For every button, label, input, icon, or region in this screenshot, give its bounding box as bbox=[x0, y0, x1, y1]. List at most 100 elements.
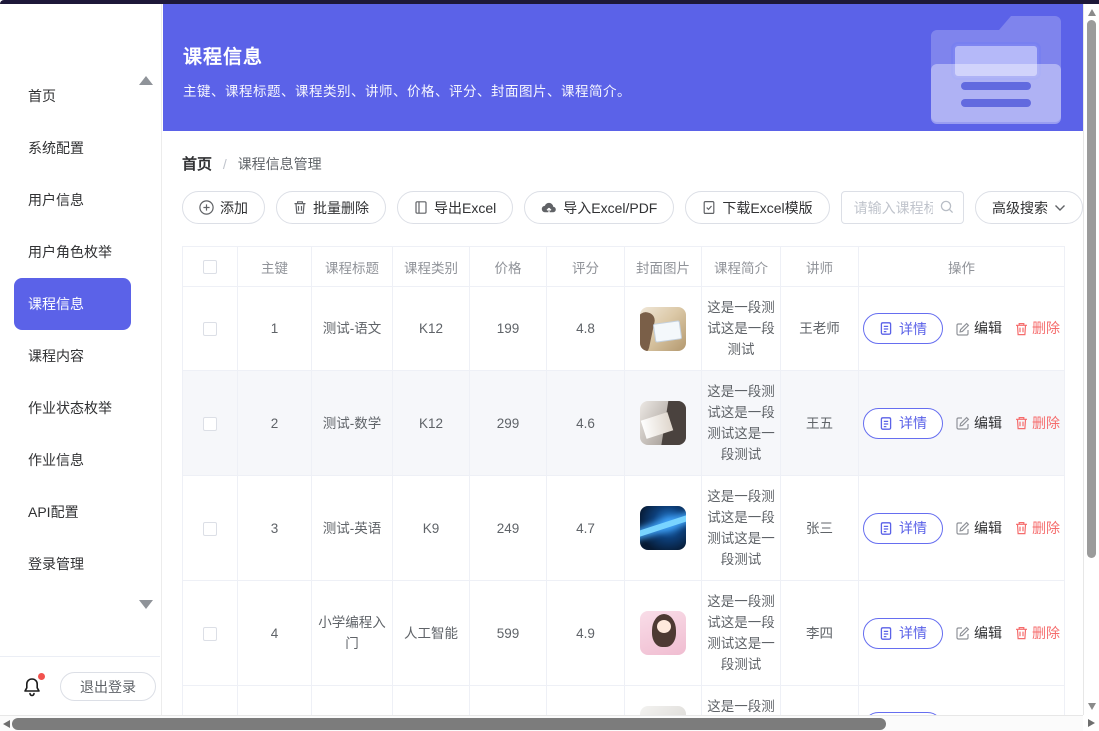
cell-title: 小学编程入门 bbox=[312, 581, 393, 686]
delete-trash-icon bbox=[1015, 416, 1028, 430]
batch-delete-button[interactable]: 批量删除 bbox=[276, 191, 386, 224]
edit-button[interactable]: 编辑 bbox=[956, 518, 1002, 539]
cover-image[interactable] bbox=[640, 307, 686, 351]
vertical-scrollbar-thumb[interactable] bbox=[1087, 20, 1096, 558]
edit-label: 编辑 bbox=[974, 623, 1002, 644]
cell-title: 测试-英语 bbox=[312, 476, 393, 581]
edit-button[interactable]: 编辑 bbox=[956, 318, 1002, 339]
export-excel-button[interactable]: 导出Excel bbox=[397, 191, 513, 224]
delete-trash-icon bbox=[1015, 322, 1028, 336]
sidebar-item-login-management[interactable]: 登录管理 bbox=[0, 538, 161, 590]
download-template-button[interactable]: 下载Excel模版 bbox=[685, 191, 829, 224]
select-all-checkbox[interactable] bbox=[203, 260, 217, 274]
scroll-up-arrow-icon[interactable] bbox=[1088, 9, 1096, 16]
cell-intro: 这是一段测试这是一段测试这是一段测试 bbox=[702, 476, 781, 581]
delete-trash-icon bbox=[1015, 626, 1028, 640]
scroll-right-arrow-icon[interactable] bbox=[1088, 719, 1095, 727]
document-check-icon bbox=[702, 200, 716, 215]
sidebar-scroll-down-icon[interactable] bbox=[139, 600, 153, 609]
cell-category: K12 bbox=[393, 371, 470, 476]
detail-label: 详情 bbox=[899, 319, 927, 339]
cell-cover bbox=[625, 287, 702, 371]
delete-button[interactable]: 删除 bbox=[1015, 413, 1060, 434]
horizontal-scrollbar-thumb[interactable] bbox=[12, 718, 886, 730]
search-icon[interactable] bbox=[939, 199, 955, 220]
notification-bell-icon[interactable] bbox=[20, 675, 44, 699]
sidebar-item-home[interactable]: 首页 bbox=[0, 70, 161, 122]
cell-cover bbox=[625, 371, 702, 476]
import-excel-label: 导入Excel/PDF bbox=[563, 198, 657, 218]
notification-badge bbox=[38, 673, 45, 680]
plus-circle-icon bbox=[199, 200, 214, 215]
detail-button[interactable]: 详情 bbox=[863, 313, 943, 344]
sidebar-item-homework-status-enum[interactable]: 作业状态枚举 bbox=[0, 382, 161, 434]
column-header: 评分 bbox=[547, 247, 625, 287]
delete-button[interactable]: 删除 bbox=[1015, 518, 1060, 539]
logout-button[interactable]: 退出登录 bbox=[60, 672, 156, 701]
sidebar-item-user-role-enum[interactable]: 用户角色枚举 bbox=[0, 226, 161, 278]
detail-label: 详情 bbox=[899, 413, 927, 433]
cell-title: 测试-数学 bbox=[312, 371, 393, 476]
edit-icon bbox=[956, 626, 970, 640]
cell-rating: 4.6 bbox=[547, 371, 625, 476]
row-checkbox[interactable] bbox=[203, 417, 217, 431]
sidebar-item-api-config[interactable]: API配置 bbox=[0, 486, 161, 538]
delete-button[interactable]: 删除 bbox=[1015, 623, 1060, 644]
add-button[interactable]: 添加 bbox=[182, 191, 265, 224]
horizontal-scrollbar[interactable] bbox=[0, 715, 1083, 731]
cell-actions: 详情 编辑删除 bbox=[859, 581, 1065, 686]
detail-button[interactable]: 详情 bbox=[863, 513, 943, 544]
cell-price: 249 bbox=[470, 476, 547, 581]
cell-id: 4 bbox=[238, 581, 312, 686]
row-checkbox[interactable] bbox=[203, 522, 217, 536]
folder-icon bbox=[923, 6, 1071, 131]
edit-button[interactable]: 编辑 bbox=[956, 413, 1002, 434]
cell-price: 599 bbox=[470, 581, 547, 686]
sidebar-item-system-config[interactable]: 系统配置 bbox=[0, 122, 161, 174]
row-checkbox[interactable] bbox=[203, 322, 217, 336]
detail-label: 详情 bbox=[899, 518, 927, 538]
cell-category: K12 bbox=[393, 287, 470, 371]
advanced-search-button[interactable]: 高级搜索 bbox=[975, 191, 1083, 224]
cell-intro: 这是一段测试这是一段测试 bbox=[702, 287, 781, 371]
cell-title: 测试-语文 bbox=[312, 287, 393, 371]
scroll-left-arrow-icon[interactable] bbox=[3, 720, 10, 728]
cell-price: 299 bbox=[470, 371, 547, 476]
cell-teacher: 张三 bbox=[781, 476, 859, 581]
delete-button[interactable]: 删除 bbox=[1015, 318, 1060, 339]
export-icon bbox=[414, 200, 428, 215]
cell-actions: 详情 编辑删除 bbox=[859, 287, 1065, 371]
sidebar-item-homework-info[interactable]: 作业信息 bbox=[0, 434, 161, 486]
detail-button[interactable]: 详情 bbox=[863, 618, 943, 649]
breadcrumb-home-link[interactable]: 首页 bbox=[182, 156, 212, 173]
import-excel-button[interactable]: 导入Excel/PDF bbox=[524, 191, 674, 224]
row-checkbox[interactable] bbox=[203, 627, 217, 641]
edit-button[interactable]: 编辑 bbox=[956, 623, 1002, 644]
breadcrumb: 首页 / 课程信息管理 bbox=[182, 153, 1083, 174]
column-header: 课程类别 bbox=[393, 247, 470, 287]
chevron-down-icon bbox=[1054, 204, 1066, 212]
detail-button[interactable]: 详情 bbox=[863, 408, 943, 439]
table-row: 2测试-数学K122994.6这是一段测试这是一段测试这是一段测试王五详情编辑删… bbox=[183, 371, 1065, 476]
app-window: 首页系统配置用户信息用户角色枚举课程信息课程内容作业状态枚举作业信息API配置登… bbox=[0, 0, 1099, 731]
table-row: 1测试-语文K121994.8这是一段测试这是一段测试王老师详情编辑删除 bbox=[183, 287, 1065, 371]
detail-doc-icon bbox=[879, 416, 893, 431]
detail-doc-icon bbox=[879, 521, 893, 536]
detail-doc-icon bbox=[879, 321, 893, 336]
edit-icon bbox=[956, 322, 970, 336]
cover-image[interactable] bbox=[640, 506, 686, 550]
edit-label: 编辑 bbox=[974, 318, 1002, 339]
cover-image[interactable] bbox=[640, 611, 686, 655]
scroll-down-arrow-icon[interactable] bbox=[1088, 703, 1096, 710]
sidebar-item-course-info[interactable]: 课程信息 bbox=[14, 278, 131, 330]
main-content: 课程信息 主键、课程标题、课程类别、讲师、价格、评分、封面图片、课程简介。 首页… bbox=[163, 4, 1083, 731]
cell-rating: 4.7 bbox=[547, 476, 625, 581]
detail-label: 详情 bbox=[899, 623, 927, 643]
cover-image[interactable] bbox=[640, 401, 686, 445]
sidebar-item-course-content[interactable]: 课程内容 bbox=[0, 330, 161, 382]
sidebar-item-user-info[interactable]: 用户信息 bbox=[0, 174, 161, 226]
cell-id: 3 bbox=[238, 476, 312, 581]
vertical-scrollbar[interactable] bbox=[1083, 4, 1099, 715]
sidebar-menu: 首页系统配置用户信息用户角色枚举课程信息课程内容作业状态枚举作业信息API配置登… bbox=[0, 70, 161, 590]
trash-icon bbox=[293, 200, 307, 215]
